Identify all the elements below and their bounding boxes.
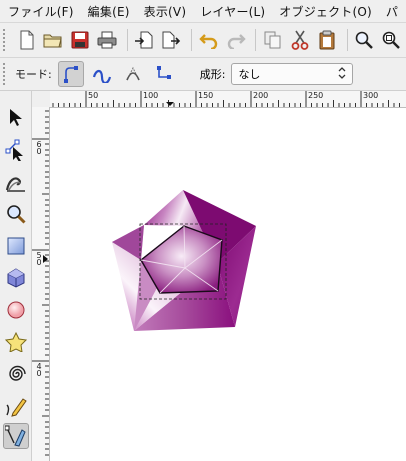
- ruler-label: 60: [36, 140, 42, 156]
- ruler-label: 300: [363, 91, 379, 100]
- toolbar-separator: [126, 29, 128, 51]
- bspline-mode-icon[interactable]: [120, 61, 146, 87]
- cut-icon[interactable]: [288, 27, 312, 53]
- spiral-tool-icon[interactable]: [3, 361, 29, 387]
- toolbox: [0, 91, 32, 461]
- print-icon[interactable]: [95, 27, 119, 53]
- vertical-ruler[interactable]: 60 50 40: [32, 107, 50, 461]
- bezier-mode-icon[interactable]: [57, 61, 84, 87]
- menu-path-truncated[interactable]: パ: [378, 3, 404, 20]
- paste-icon[interactable]: [315, 27, 339, 53]
- toolbar-grip[interactable]: [3, 29, 9, 51]
- shape-dropdown-value: なし: [238, 68, 261, 81]
- shape-dropdown[interactable]: なし: [231, 63, 354, 85]
- zoom-fit-icon[interactable]: [379, 27, 403, 53]
- ruler-label: 50: [36, 251, 42, 267]
- menu-view[interactable]: 表示(V): [136, 3, 193, 20]
- ruler-label: 200: [253, 91, 269, 100]
- toolbar-separator: [255, 29, 257, 51]
- ruler-corner: [32, 91, 51, 108]
- mode-label: モード:: [15, 68, 52, 81]
- spiro-mode-icon[interactable]: [89, 61, 115, 87]
- toolbar-separator: [346, 29, 348, 51]
- commands-toolbar: [0, 23, 406, 58]
- selector-tool-icon[interactable]: [3, 105, 29, 131]
- save-icon[interactable]: [68, 27, 92, 53]
- purple-gem-shape: [112, 190, 256, 331]
- ruler-label: 40: [36, 362, 42, 378]
- menu-object[interactable]: オブジェクト(O): [271, 3, 378, 20]
- zoom-tool-icon[interactable]: [3, 201, 29, 227]
- import-icon[interactable]: [133, 27, 157, 53]
- ruler-label: 100: [143, 91, 159, 100]
- dropdown-arrows-icon: [338, 66, 346, 83]
- menu-layer[interactable]: レイヤー(L): [192, 3, 271, 20]
- menu-file[interactable]: ファイル(F): [0, 3, 80, 20]
- drawing-canvas[interactable]: [50, 108, 406, 461]
- pen-tool-icon[interactable]: [3, 423, 29, 449]
- ellipse-tool-icon[interactable]: [3, 297, 29, 323]
- open-folder-icon[interactable]: [41, 27, 65, 53]
- tweak-tool-icon[interactable]: [3, 169, 29, 195]
- paraxial-mode-icon[interactable]: [151, 61, 177, 87]
- new-document-icon[interactable]: [15, 27, 39, 53]
- controls-grip[interactable]: [3, 63, 9, 85]
- ruler-label: 150: [198, 91, 214, 100]
- horizontal-ruler-ticks: [52, 91, 400, 107]
- 3dbox-tool-icon[interactable]: [3, 265, 29, 291]
- undo-icon[interactable]: [197, 27, 221, 53]
- toolbar-separator: [191, 29, 192, 51]
- rect-tool-icon[interactable]: [3, 233, 29, 259]
- duplicate-icon[interactable]: [261, 27, 285, 53]
- shape-label: 成形:: [199, 68, 226, 81]
- menu-bar: ファイル(F) 編集(E) 表示(V) レイヤー(L) オブジェクト(O) パ: [0, 0, 406, 23]
- tool-controls-bar: モード: 成形: なし: [0, 58, 406, 91]
- vertical-ruler-ticks: [32, 110, 49, 456]
- export-icon[interactable]: [159, 27, 183, 53]
- zoom-icon[interactable]: [353, 27, 377, 53]
- pencil-tool-icon[interactable]: [3, 393, 29, 419]
- menu-edit[interactable]: 編集(E): [80, 3, 136, 20]
- node-tool-icon[interactable]: [3, 137, 29, 163]
- star-tool-icon[interactable]: [3, 329, 29, 355]
- ruler-label: 50: [88, 91, 99, 100]
- canvas-drawing: [112, 190, 256, 331]
- horizontal-ruler[interactable]: 50 100 150 200 250 300: [50, 91, 406, 108]
- redo-icon[interactable]: [224, 27, 248, 53]
- ruler-label: 250: [308, 91, 324, 100]
